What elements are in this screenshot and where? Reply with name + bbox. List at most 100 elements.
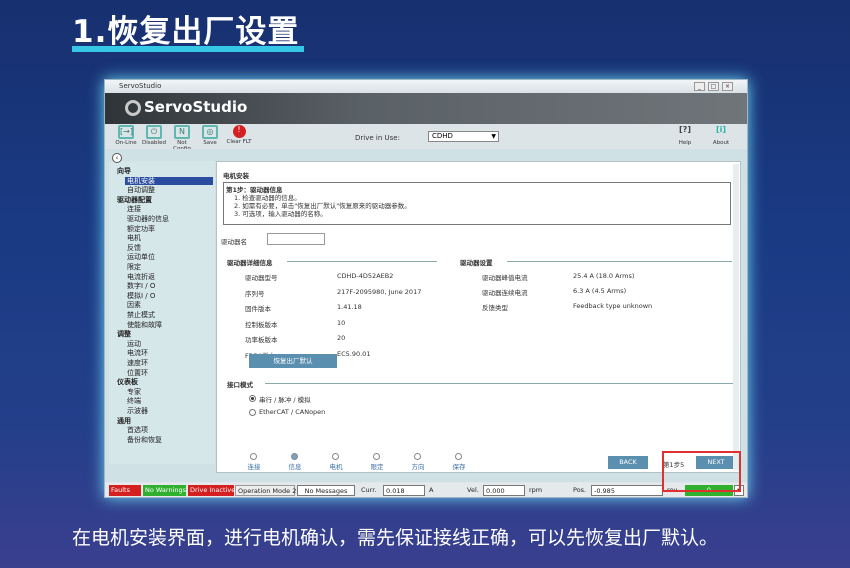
panel-title: 电机安装 [223,172,249,180]
step-indicator-icon[interactable] [373,453,380,460]
page-caption: 在电机安装界面，进行电机确认，需先保证接线正确，可以先恢复出厂默认。 [72,527,719,549]
sidebar-item[interactable]: 电流折返 [127,273,155,281]
not-config-button[interactable]: NNot Config [169,125,195,152]
step-indicator-icon[interactable] [250,453,257,460]
step-indicator-icon[interactable] [291,453,298,460]
sidebar-item[interactable]: 运动 [127,340,141,348]
setting-label: 反馈类型 [482,304,508,312]
operation-mode: Operation Mode 2 [235,485,296,496]
drive-name-label: 驱动器名 [221,238,247,246]
online-button[interactable]: [→] On-Line [113,125,139,146]
drive-name-input[interactable] [267,233,325,245]
sidebar-nav: ‹ 向导 电机安装 自动调整驱动器配置 连接驱动器的信息 额定功率 电机反馈 运动单位限定电… [109,153,215,464]
step-instructions: 第1步：驱动器信息 1. 检查驱动器的信息。 2. 如需有必要，单击"恢复出厂默… [223,182,731,225]
clear-fault-button[interactable]: ! Clear FLT [226,125,252,145]
details-divider [287,261,437,262]
maximize-button[interactable]: □ [708,82,719,91]
help-button[interactable]: [?] Help [672,125,698,146]
help-icon: [?] [679,125,691,134]
sidebar-item[interactable]: 终端 [127,397,141,405]
logo-ring-icon [125,99,141,116]
panel-scrollbar[interactable] [733,164,739,470]
messages-box[interactable]: No Messages [297,485,355,496]
toolbar: [→]On-Line ⏻Disabled NNot Config ◎Save !… [105,124,747,152]
velocity-value: 0.000 [483,485,525,496]
sidebar-group[interactable]: 驱动器配置 [117,196,152,204]
disabled-button[interactable]: ⏻ Disabled [141,125,167,146]
interface-option-label: 串行 / 脉冲 / 模拟 [259,396,311,404]
back-arrow-icon[interactable]: ‹ [112,153,122,163]
window-title: ServoStudio [119,82,162,90]
sidebar-group[interactable]: 调整 [117,330,131,338]
save-icon: ◎ [202,125,218,139]
wizard-step-label[interactable]: 限定 [362,461,392,471]
interface-radio[interactable] [249,395,256,402]
sidebar-item[interactable]: 连接 [127,205,141,213]
app-window: ServoStudio _ □ × ServoStudio [→] On-Line… [104,79,748,498]
sidebar-item[interactable]: 电流环 [127,349,148,357]
wizard-step-label[interactable]: 电机 [321,461,351,471]
sidebar-item[interactable]: 限定 [127,263,141,271]
drive-select[interactable]: CDHD ▼ [428,131,499,142]
sidebar-group[interactable]: 通用 [117,417,131,425]
detail-value: CDHD-4D52AEB2 [337,272,394,280]
setting-value: 6.3 A (4.5 Arms) [573,287,627,295]
sidebar-item[interactable]: 禁止模式 [127,311,155,319]
detail-value: EC5.90.01 [337,349,371,358]
detail-value: 20 [337,334,346,342]
clear-fault-icon: ! [232,125,246,138]
restore-defaults-button[interactable]: 恢复出厂默认 [249,354,337,368]
sidebar-item[interactable]: 首选项 [127,426,148,434]
window-titlebar: ServoStudio _ □ × [105,80,747,93]
sidebar-item[interactable]: 电机 [127,234,141,242]
detail-value: 1.41.18 [337,303,362,311]
sidebar-item[interactable]: 电机安装 [125,176,213,185]
sidebar-item[interactable]: 示波器 [127,407,148,415]
save-button[interactable]: ◎ Save [197,125,223,146]
sidebar-group[interactable]: 仪表板 [117,378,138,386]
close-button[interactable]: × [722,82,733,91]
detail-label: 固件版本 [245,305,271,313]
wizard-step-label[interactable]: 连接 [239,461,269,471]
current-value: 0.018 [383,485,425,496]
sidebar-item[interactable]: 专家 [127,388,141,396]
sidebar-item[interactable]: 数字I / O [127,282,155,290]
main-area: ‹ 向导 电机安装 自动调整 驱动器配置 连接 驱动器的信息 额定功率 电机 反馈 运动单位 限定电… [105,149,747,482]
online-icon: [→] [118,125,134,139]
sidebar-item[interactable]: 自动调整 [127,186,155,194]
sidebar-item[interactable]: 位置环 [127,369,148,377]
back-button[interactable]: BACK [608,456,648,469]
app-banner: ServoStudio [105,93,747,124]
power-icon: ⏻ [146,125,162,139]
velocity-label: Vel. [467,486,479,494]
step-indicator-icon[interactable] [332,453,339,460]
sidebar-item[interactable]: 使能和故障 [127,321,162,329]
sidebar-item[interactable]: 模拟I / O [127,292,155,300]
wizard-step-label[interactable]: 方向 [403,461,433,471]
position-value: -0.985 [591,485,663,496]
wizard-step-label[interactable]: 信息 [280,461,310,471]
sidebar-item[interactable]: 驱动器的信息 [127,215,169,223]
setting-label: 驱动器峰值电流 [482,274,528,282]
setting-value: Feedback type unknown [573,302,653,310]
velocity-unit: rpm [529,486,543,494]
interface-option-label: EtherCAT / CANopen [259,408,326,416]
sidebar-item[interactable]: 速度环 [127,359,148,367]
sidebar-item[interactable]: 反馈 [127,244,141,252]
setting-label: 驱动器连续电流 [482,289,528,297]
interface-radio[interactable] [249,409,256,416]
warnings-indicator: No Warnings [143,485,187,496]
step-indicator-icon[interactable] [414,453,421,460]
sidebar-item[interactable]: 额定功率 [127,225,155,233]
sidebar-item[interactable]: 备份和恢复 [127,436,162,444]
position-label: Pos. [573,486,587,494]
wizard-step-label[interactable]: 保存 [444,461,474,471]
step-indicator-icon[interactable] [455,453,462,460]
sidebar-item[interactable]: 因素 [127,301,141,309]
sidebar-item[interactable]: 运动单位 [127,253,155,261]
sidebar-group[interactable]: 向导 [117,167,131,175]
app-logo: ServoStudio [125,98,247,116]
about-button[interactable]: [i] About [708,125,734,146]
page-headline: 1.恢复出厂设置 [72,14,300,50]
minimize-button[interactable]: _ [694,82,705,91]
